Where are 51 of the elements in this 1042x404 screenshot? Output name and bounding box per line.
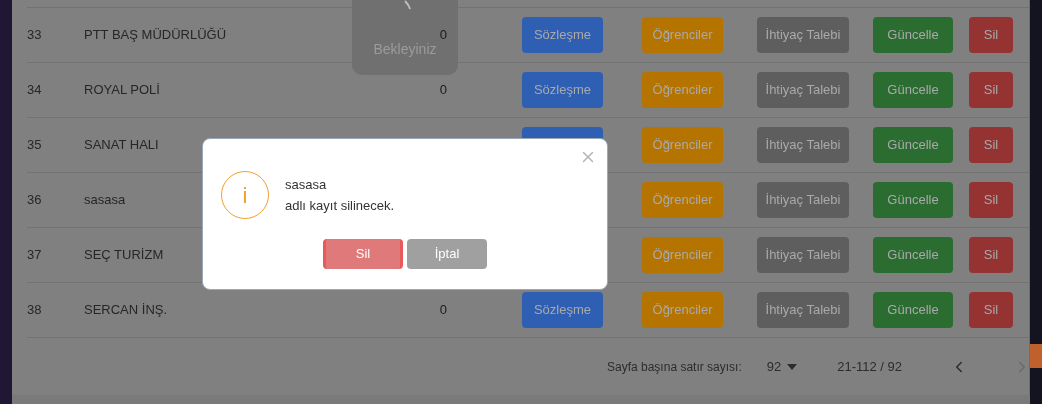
request-button[interactable]: İhtiyaç Talebi [757, 182, 849, 218]
student-count: 0 [439, 301, 447, 320]
contract-button[interactable]: Sözleşme [522, 292, 603, 328]
students-button[interactable]: Öğrenciler [642, 127, 723, 163]
company-name: ROYAL POLİ [84, 82, 160, 98]
delete-button[interactable]: Sil [969, 182, 1013, 218]
delete-button[interactable]: Sil [969, 292, 1013, 328]
row-number: 34 [27, 81, 43, 100]
students-button[interactable]: Öğrenciler [642, 292, 723, 328]
update-button[interactable]: Güncelle [873, 292, 953, 328]
delete-button[interactable]: Sil [969, 237, 1013, 273]
rows-per-page-label: Sayfa başına satır sayısı: [607, 358, 742, 376]
row-number: 35 [27, 136, 43, 155]
spinner-icon [404, 0, 412, 10]
company-name: sasasa [84, 192, 126, 208]
students-button[interactable]: Öğrenciler [642, 17, 723, 53]
row-number: 38 [27, 301, 43, 320]
request-button[interactable]: İhtiyaç Talebi [757, 127, 849, 163]
contract-button[interactable]: Sözleşme [522, 72, 603, 108]
update-button[interactable]: Güncelle [873, 72, 953, 108]
confirm-delete-button[interactable]: Sil [323, 239, 403, 269]
delete-button[interactable]: Sil [969, 72, 1013, 108]
delete-button[interactable]: Sil [969, 17, 1013, 53]
students-button[interactable]: Öğrenciler [642, 182, 723, 218]
update-button[interactable]: Güncelle [873, 237, 953, 273]
page-range: 21-112 / 92 [837, 357, 902, 376]
cancel-button[interactable]: İptal [407, 239, 487, 269]
company-name: PTT BAŞ MÜDÜRLÜĞÜ [84, 27, 227, 43]
record-name: sasasa [285, 176, 328, 194]
request-button[interactable]: İhtiyaç Talebi [757, 72, 849, 108]
row-number: 37 [27, 246, 43, 265]
row-number: 33 [27, 26, 43, 45]
dialog-message: adlı kayıt silinecek. [285, 197, 395, 215]
company-name: SANAT HALI [84, 137, 159, 153]
request-button[interactable]: İhtiyaç Talebi [757, 237, 849, 273]
student-count: 0 [439, 26, 447, 45]
company-name: SEÇ TURİZM [84, 247, 164, 263]
rows-per-page-select[interactable]: 92 [766, 356, 798, 377]
company-name: SERCAN İNŞ. [84, 302, 168, 318]
student-count: 0 [439, 81, 447, 100]
students-button[interactable]: Öğrenciler [642, 72, 723, 108]
caret-icon [787, 363, 798, 370]
students-button[interactable]: Öğrenciler [642, 237, 723, 273]
contract-button[interactable]: Sözleşme [522, 17, 603, 53]
request-button[interactable]: İhtiyaç Talebi [757, 292, 849, 328]
delete-button[interactable]: Sil [969, 127, 1013, 163]
update-button[interactable]: Güncelle [873, 17, 953, 53]
update-button[interactable]: Güncelle [873, 127, 953, 163]
request-button[interactable]: İhtiyaç Talebi [757, 17, 849, 53]
row-number: 36 [27, 191, 43, 210]
update-button[interactable]: Güncelle [873, 182, 953, 218]
